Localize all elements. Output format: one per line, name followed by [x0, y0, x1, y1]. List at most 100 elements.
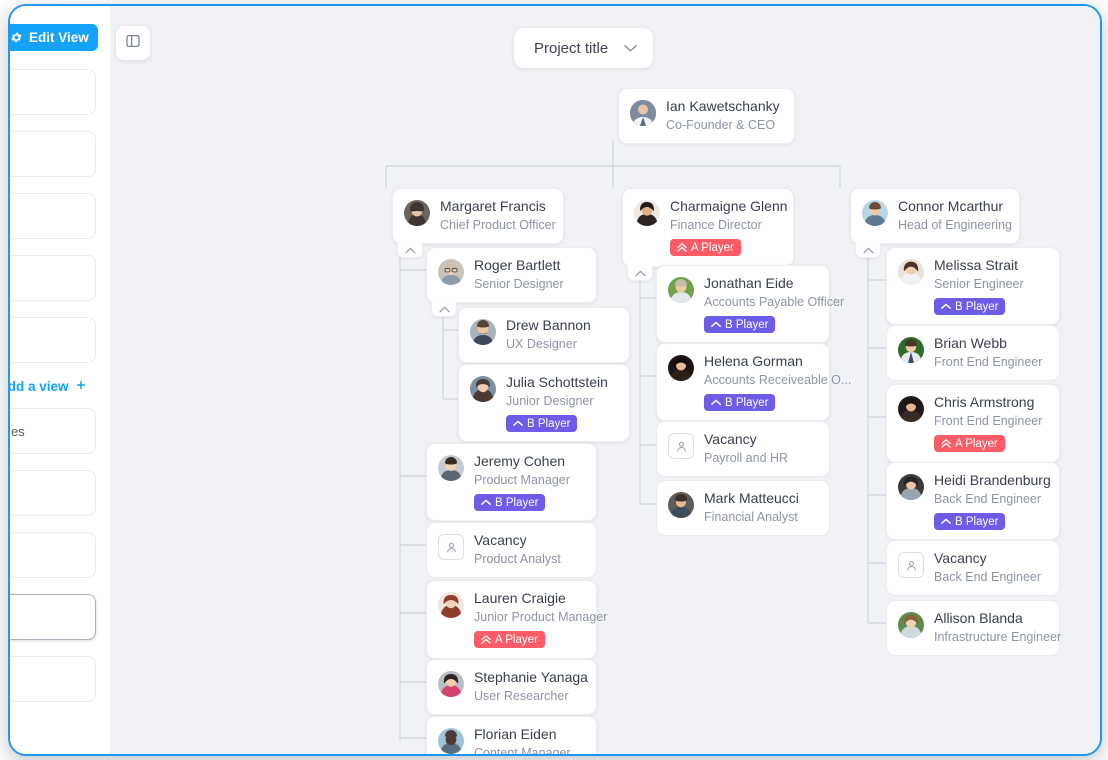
avatar	[898, 474, 924, 500]
org-node-role: UX Designer	[506, 337, 577, 351]
app-window: Edit View Add a view es	[8, 4, 1102, 756]
org-node-lauren-craigie[interactable]: Lauren Craigie Junior Product Manager A …	[426, 580, 607, 659]
vacancy-person-icon	[438, 534, 464, 560]
org-node-chris-armstrong[interactable]: Chris Armstrong Front End Engineer A Pla…	[886, 384, 1060, 463]
org-node-role: Co-Founder & CEO	[666, 118, 776, 132]
org-node-heidi-brandenburg[interactable]: Heidi Brandenburg Back End Engineer B Pl…	[886, 462, 1060, 540]
avatar	[470, 319, 496, 345]
sidebar-list-item-selected[interactable]	[10, 594, 96, 640]
org-node-role: Back End Engineer	[934, 492, 1042, 506]
collapse-toggle[interactable]	[431, 302, 457, 317]
org-node-role: Chief Product Officer	[440, 218, 556, 232]
status-badge-b-player: B Player	[934, 298, 1006, 315]
org-node-name: Jeremy Cohen	[474, 453, 566, 469]
org-node-name: Lauren Craigie	[474, 590, 566, 606]
avatar	[630, 100, 656, 126]
org-node-role: Senior Designer	[474, 277, 564, 291]
org-chart-canvas[interactable]: Project title Ian Kawetschanky Co-Founde…	[110, 6, 1100, 754]
sidebar-view-card[interactable]	[10, 317, 96, 363]
org-node-name: Mark Matteucci	[704, 490, 799, 506]
org-node-charmaigne-glenn[interactable]: Charmaigne Glenn Finance Director A Play…	[622, 188, 794, 281]
edit-view-label: Edit View	[29, 30, 89, 45]
org-node-role: Junior Product Manager	[474, 610, 608, 624]
org-node-mark-matteucci[interactable]: Mark Matteucci Financial Analyst	[656, 480, 830, 536]
add-a-view-button[interactable]: Add a view	[10, 379, 96, 394]
org-node-jeremy-cohen[interactable]: Jeremy Cohen Product Manager B Player	[426, 443, 597, 521]
avatar	[862, 200, 888, 226]
status-badge-label: A Player	[495, 633, 538, 646]
sidebar-list-item[interactable]	[10, 532, 96, 578]
org-node-roger-bartlett[interactable]: Roger Bartlett Senior Designer	[426, 247, 597, 317]
org-node-name: Margaret Francis	[440, 198, 546, 214]
avatar	[470, 376, 496, 402]
org-node-role: Back End Engineer	[934, 570, 1042, 584]
org-node-vacancy-payroll-hr[interactable]: Vacancy Payroll and HR	[656, 421, 830, 477]
org-node-name: Helena Gorman	[704, 353, 803, 369]
org-node-role: Senior Engineer	[934, 277, 1024, 291]
org-node-julia-schottstein[interactable]: Julia Schottstein Junior Designer B Play…	[458, 364, 630, 442]
sidebar-view-card[interactable]	[10, 131, 96, 177]
org-node-margaret-francis[interactable]: Margaret Francis Chief Product Officer	[392, 188, 564, 258]
sidebar-list-item-label: es	[11, 423, 25, 439]
org-node-role: Product Manager	[474, 473, 570, 487]
org-node-name: Chris Armstrong	[934, 394, 1035, 410]
avatar	[668, 355, 694, 381]
status-badge-label: B Player	[527, 417, 571, 430]
org-node-name: Charmaigne Glenn	[670, 198, 788, 214]
org-node-name: Connor Mcarthur	[898, 198, 1004, 214]
vacancy-person-icon	[668, 433, 694, 459]
org-node-role: Head of Engineering	[898, 218, 1012, 232]
edit-view-button[interactable]: Edit View	[10, 24, 98, 51]
avatar	[438, 728, 464, 754]
org-node-helena-gorman[interactable]: Helena Gorman Accounts Receiveable O... …	[656, 343, 851, 421]
org-node-jonathan-eide[interactable]: Jonathan Eide Accounts Payable Officer B…	[656, 265, 844, 343]
status-badge-b-player: B Player	[474, 494, 546, 511]
org-node-vacancy-product-analyst[interactable]: Vacancy Product Analyst	[426, 522, 597, 578]
org-node-name: Florian Eiden	[474, 726, 557, 742]
org-node-florian-eiden[interactable]: Florian Eiden Content Manager	[426, 716, 597, 754]
org-node-role: User Researcher	[474, 689, 569, 703]
sidebar-view-card[interactable]	[10, 193, 96, 239]
sidebar-view-card[interactable]	[10, 69, 96, 115]
org-node-drew-bannon[interactable]: Drew Bannon UX Designer	[458, 307, 630, 363]
org-node-name: Heidi Brandenburg	[934, 472, 1051, 488]
org-node-stephanie-yanaga[interactable]: Stephanie Yanaga User Researcher	[426, 659, 597, 715]
avatar	[438, 671, 464, 697]
org-node-role: Accounts Receiveable O...	[704, 373, 852, 387]
collapse-toggle[interactable]	[855, 243, 881, 258]
org-node-name: Drew Bannon	[506, 317, 591, 333]
org-node-role: Front End Engineer	[934, 414, 1043, 428]
org-node-name: Roger Bartlett	[474, 257, 561, 273]
org-node-allison-blanda[interactable]: Allison Blanda Infrastructure Engineer	[886, 600, 1061, 656]
org-node-melissa-strait[interactable]: Melissa Strait Senior Engineer B Player	[886, 247, 1060, 325]
status-badge-b-player: B Player	[704, 316, 776, 333]
org-node-connor-mcarthur[interactable]: Connor Mcarthur Head of Engineering	[850, 188, 1020, 258]
avatar	[898, 259, 924, 285]
org-node-vacancy-back-end-engineer[interactable]: Vacancy Back End Engineer	[886, 540, 1060, 596]
status-badge-b-player: B Player	[506, 415, 578, 432]
avatar	[634, 200, 660, 226]
sidebar-list-item[interactable]	[10, 656, 96, 702]
avatar	[404, 200, 430, 226]
org-node-name: Stephanie Yanaga	[474, 669, 588, 685]
org-node-name: Brian Webb	[934, 335, 1007, 351]
org-node-root[interactable]: Ian Kawetschanky Co-Founder & CEO	[618, 88, 795, 144]
status-badge-a-player: A Player	[934, 435, 1005, 452]
collapse-toggle[interactable]	[627, 266, 653, 281]
org-node-brian-webb[interactable]: Brian Webb Front End Engineer	[886, 325, 1060, 381]
vacancy-person-icon	[898, 552, 924, 578]
org-node-role: Front End Engineer	[934, 355, 1043, 369]
avatar	[438, 259, 464, 285]
status-badge-label: B Player	[725, 396, 769, 409]
org-node-role: Junior Designer	[506, 394, 594, 408]
org-node-name: Melissa Strait	[934, 257, 1019, 273]
status-badge-label: A Player	[691, 241, 734, 254]
avatar	[668, 277, 694, 303]
org-node-role: Payroll and HR	[704, 451, 789, 465]
status-badge-b-player: B Player	[934, 513, 1006, 530]
sidebar-list-item[interactable]: es	[10, 408, 96, 454]
org-node-name: Vacancy	[934, 550, 987, 566]
sidebar-list-item[interactable]	[10, 470, 96, 516]
sidebar-view-card[interactable]	[10, 255, 96, 301]
collapse-toggle[interactable]	[397, 243, 423, 258]
